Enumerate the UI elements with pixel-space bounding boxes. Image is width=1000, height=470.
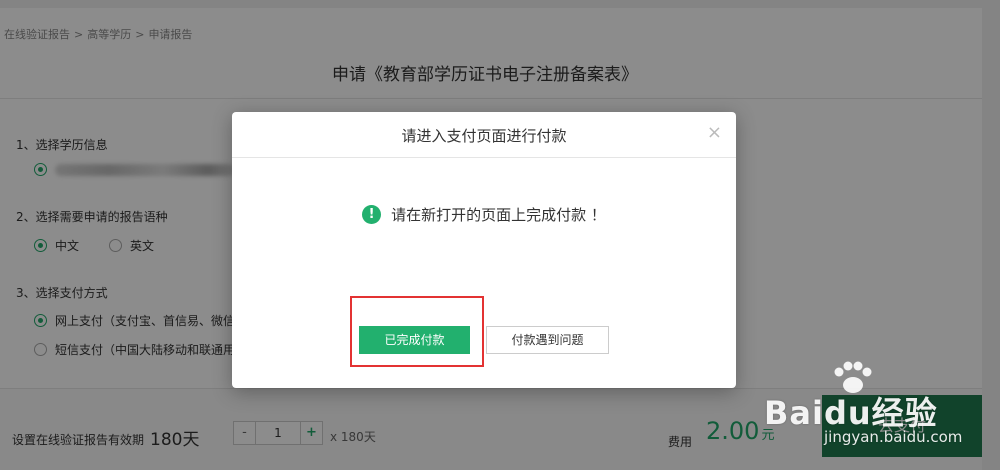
payment-problem-button[interactable]: 付款遇到问题 (486, 326, 609, 354)
modal-title: 请进入支付页面进行付款 (401, 127, 567, 145)
payment-completed-button[interactable]: 已完成付款 (359, 326, 470, 354)
close-icon[interactable]: × (707, 112, 722, 154)
exclamation-icon: ! (362, 205, 382, 224)
modal-message-text: 请在新打开的页面上完成付款 ！ (391, 206, 606, 224)
modal-header: 请进入支付页面进行付款 × (232, 112, 736, 158)
payment-modal: 请进入支付页面进行付款 × ! 请在新打开的页面上完成付款 ！ 已完成付款 付款… (232, 112, 736, 388)
watermark-url: jingyan.baidu.com (824, 428, 963, 446)
baidu-jingyan-watermark: Baidu经验 jingyan.baidu.com (764, 360, 984, 470)
modal-message: ! 请在新打开的页面上完成付款 ！ (232, 204, 736, 225)
